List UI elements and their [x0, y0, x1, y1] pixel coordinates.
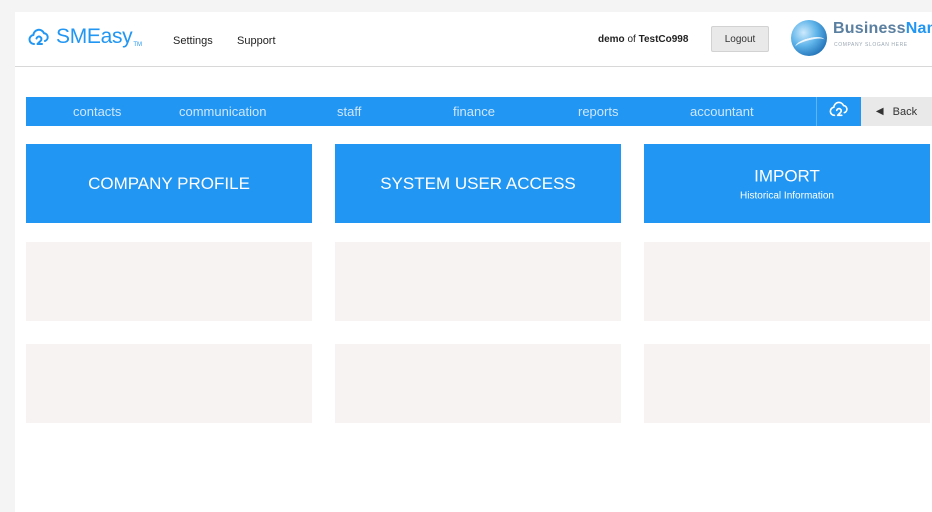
logo-text: SMEasy — [56, 25, 133, 48]
menu-item-staff[interactable]: staff — [337, 97, 361, 126]
empty-tile — [26, 344, 312, 423]
main-menu: contacts communication staff finance rep… — [26, 97, 816, 126]
tile-title: SYSTEM USER ACCESS — [380, 173, 576, 193]
left-margin — [0, 0, 15, 512]
back-button[interactable]: ◀ Back — [861, 97, 932, 126]
logout-button[interactable]: Logout — [711, 26, 769, 52]
tile-company-profile[interactable]: COMPANY PROFILE — [26, 144, 312, 223]
user-name: demo — [598, 34, 625, 45]
smeasy-logo[interactable]: SMEasy TM — [27, 25, 142, 54]
empty-tile — [26, 242, 312, 321]
tile-system-user-access[interactable]: SYSTEM USER ACCESS — [335, 144, 621, 223]
nav-support[interactable]: Support — [237, 35, 276, 47]
tile-subtitle: Historical Information — [740, 190, 834, 201]
business-name-part2: Name — [905, 20, 932, 37]
menu-item-reports[interactable]: reports — [578, 97, 618, 126]
business-tagline: COMPANY SLOGAN HERE — [834, 42, 908, 48]
tile-title: COMPANY PROFILE — [88, 173, 250, 193]
menu-item-accountant[interactable]: accountant — [690, 97, 754, 126]
company-name: TestCo998 — [638, 34, 689, 45]
header: SMEasy TM Settings Support demo of TestC… — [15, 12, 932, 67]
user-info: demo of TestCo998 — [598, 34, 688, 45]
cloud-icon — [27, 25, 51, 54]
menu-item-finance[interactable]: finance — [453, 97, 495, 126]
tile-import[interactable]: IMPORT Historical Information — [644, 144, 930, 223]
cloud-icon — [828, 99, 850, 124]
empty-tile — [335, 344, 621, 423]
triangle-left-icon: ◀ — [875, 106, 884, 117]
user-of: of — [627, 34, 636, 45]
business-name-part1: Business — [833, 20, 906, 37]
top-strip — [0, 0, 932, 12]
empty-tile — [644, 242, 930, 321]
logo-trademark: TM — [133, 42, 143, 48]
menu-item-contacts[interactable]: contacts — [73, 97, 121, 126]
empty-tile — [335, 242, 621, 321]
business-name: BusinessName — [833, 20, 932, 38]
empty-tile — [644, 344, 930, 423]
globe-icon — [791, 20, 827, 56]
tile-title: IMPORT — [754, 166, 820, 185]
nav-settings[interactable]: Settings — [173, 35, 213, 47]
back-label: Back — [892, 105, 918, 118]
home-cloud-button[interactable] — [816, 97, 861, 126]
menu-item-communication[interactable]: communication — [179, 97, 266, 126]
